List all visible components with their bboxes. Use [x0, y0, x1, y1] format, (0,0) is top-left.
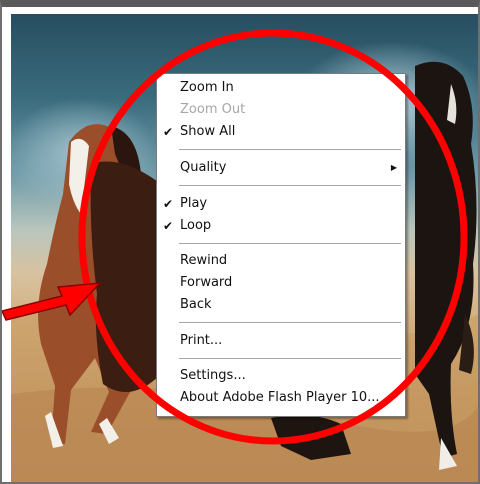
menu-item-label: Rewind — [180, 253, 228, 268]
menu-item-forward[interactable]: Forward — [157, 273, 405, 293]
context-menu: Zoom In Zoom Out ✔ Show All Quality ▶ ✔ … — [156, 73, 406, 417]
menu-separator — [179, 149, 401, 150]
menu-item-label: Back — [180, 297, 212, 312]
checkmark-icon: ✔ — [163, 125, 174, 139]
menu-item-zoom-out: Zoom Out — [157, 100, 405, 120]
menu-item-label: Zoom Out — [180, 102, 246, 117]
menu-item-print[interactable]: Print... — [157, 331, 405, 351]
menu-separator — [179, 243, 401, 244]
menu-item-quality[interactable]: Quality ▶ — [157, 158, 405, 178]
menu-item-label: Play — [180, 196, 208, 211]
menu-separator — [179, 358, 401, 359]
menu-item-label: Quality — [180, 160, 227, 175]
menu-item-label: Settings... — [180, 368, 246, 383]
menu-item-show-all[interactable]: ✔ Show All — [157, 122, 405, 142]
menu-item-back[interactable]: Back — [157, 295, 405, 315]
menu-separator — [179, 322, 401, 323]
menu-item-play[interactable]: ✔ Play — [157, 194, 405, 214]
menu-item-label: Zoom In — [180, 80, 234, 95]
menu-item-label: About Adobe Flash Player 10... — [180, 390, 380, 405]
menu-item-loop[interactable]: ✔ Loop — [157, 216, 405, 236]
submenu-arrow-icon: ▶ — [390, 163, 397, 172]
checkmark-icon: ✔ — [163, 197, 174, 211]
menu-item-about[interactable]: About Adobe Flash Player 10... — [157, 388, 405, 408]
checkmark-icon: ✔ — [163, 219, 174, 233]
menu-item-label: Forward — [180, 275, 233, 290]
menu-item-label: Show All — [180, 124, 236, 139]
menu-item-settings[interactable]: Settings... — [157, 366, 405, 386]
menu-separator — [179, 185, 401, 186]
menu-item-zoom-in[interactable]: Zoom In — [157, 78, 405, 98]
menu-item-label: Loop — [180, 218, 212, 233]
screenshot-frame: Zoom In Zoom Out ✔ Show All Quality ▶ ✔ … — [0, 0, 480, 484]
menu-item-label: Print... — [180, 333, 223, 348]
menu-item-rewind[interactable]: Rewind — [157, 251, 405, 271]
